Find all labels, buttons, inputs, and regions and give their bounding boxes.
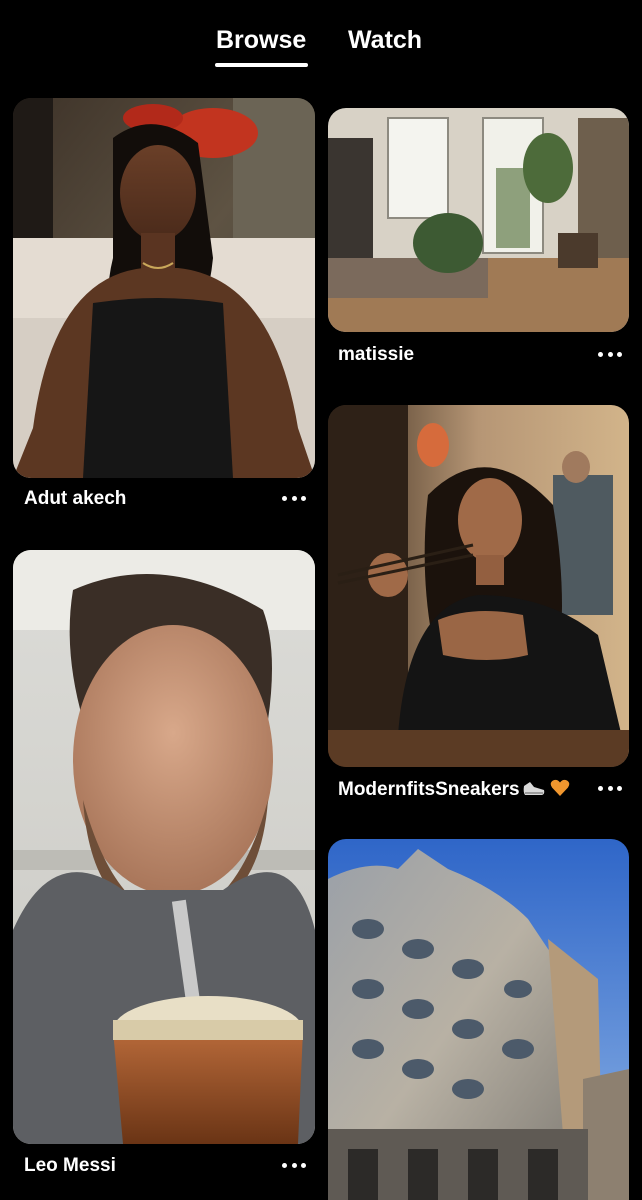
dot <box>607 785 613 791</box>
dot <box>282 1162 287 1168</box>
tab-browse[interactable]: Browse <box>216 26 306 55</box>
portrait-photo <box>13 98 315 478</box>
top-tab-bar: Browse Watch <box>0 0 642 80</box>
more-options-button[interactable] <box>282 491 306 505</box>
pin-title-row: ModernfitsSneakers <box>338 778 570 801</box>
pin-image-building[interactable] <box>328 839 629 1200</box>
selfie-photo <box>13 550 315 1144</box>
restaurant-photo <box>328 405 629 767</box>
sneaker-icon <box>523 782 544 795</box>
pin-title: ModernfitsSneakers <box>338 779 520 800</box>
pin-title: matissie <box>338 344 415 365</box>
dot <box>282 495 287 501</box>
more-options-button[interactable] <box>282 1158 306 1172</box>
more-options-button[interactable] <box>598 781 622 795</box>
active-tab-indicator <box>215 63 308 67</box>
pin-title: Leo Messi <box>24 1155 116 1176</box>
dot <box>598 785 603 791</box>
pin-image-leo-messi[interactable] <box>13 550 315 1144</box>
orange-heart-icon <box>550 779 569 796</box>
dot <box>291 1162 297 1168</box>
dot <box>617 351 622 357</box>
building-photo <box>328 839 629 1200</box>
pin-image-modernfits-sneakers[interactable] <box>328 405 629 767</box>
dot <box>301 1162 306 1168</box>
pin-title: Adut akech <box>24 488 127 509</box>
pin-image-adut-akech[interactable] <box>13 98 315 478</box>
dot <box>607 351 613 357</box>
dot <box>291 495 297 501</box>
tab-watch[interactable]: Watch <box>348 26 422 55</box>
dot <box>617 785 622 791</box>
dot <box>598 351 603 357</box>
dot <box>301 495 306 501</box>
room-photo <box>328 108 629 332</box>
pin-image-matissie[interactable] <box>328 108 629 332</box>
more-options-button[interactable] <box>598 347 622 361</box>
